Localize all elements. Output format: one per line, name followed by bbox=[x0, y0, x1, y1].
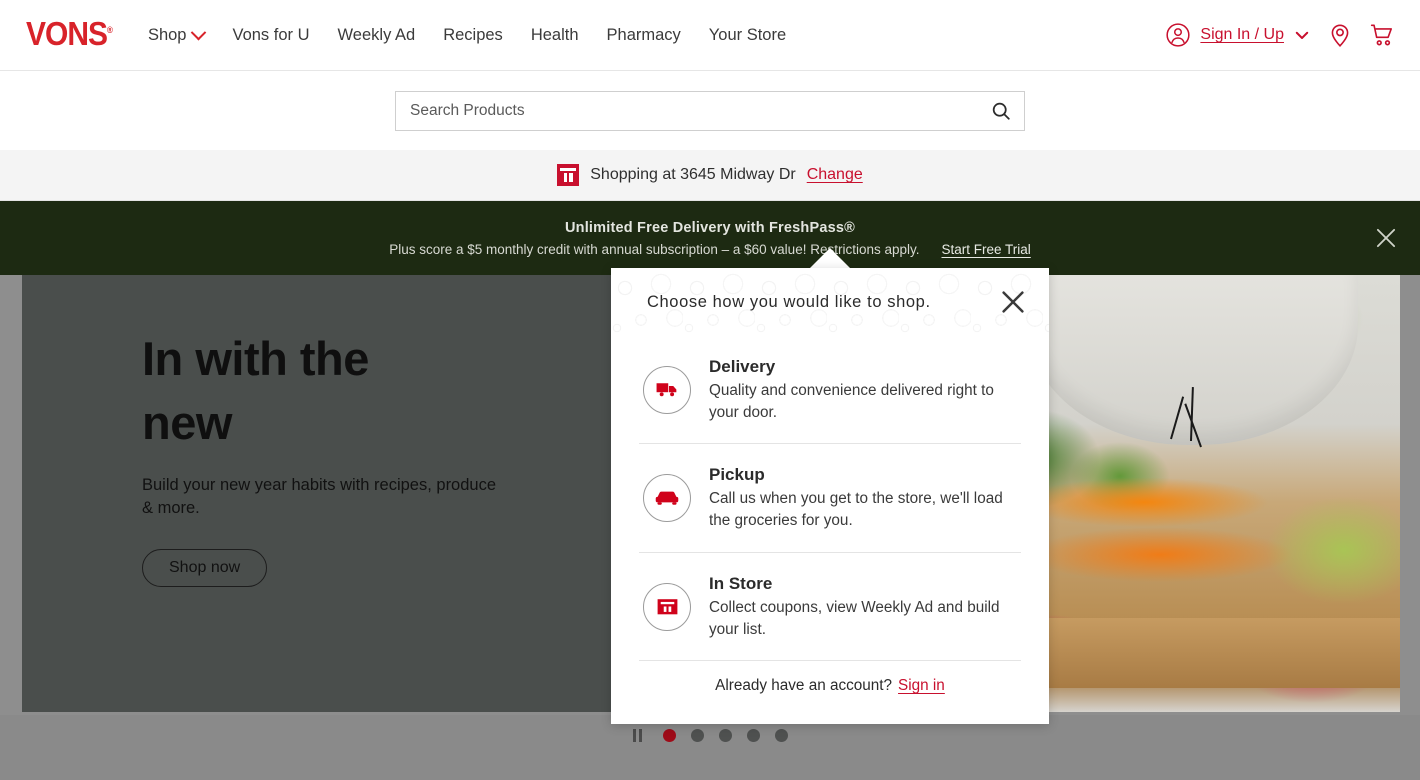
modal-title: Choose how you would like to shop. bbox=[647, 292, 931, 311]
start-free-trial-link[interactable]: Start Free Trial bbox=[942, 242, 1031, 257]
carousel-dot-1[interactable] bbox=[662, 728, 676, 742]
current-store-label: Shopping at 3645 Midway Dr bbox=[590, 166, 796, 183]
shopping-mode-options: Delivery Quality and convenience deliver… bbox=[611, 336, 1049, 662]
option-in-store[interactable]: In Store Collect coupons, view Weekly Ad… bbox=[639, 553, 1021, 662]
vegetables-photo bbox=[990, 275, 1400, 712]
option-in-store-description: Collect coupons, view Weekly Ad and buil… bbox=[709, 598, 1000, 638]
primary-nav-links: Shop Vons for U Weekly Ad Recipes Health… bbox=[134, 24, 800, 45]
nav-item-health-label: Health bbox=[530, 25, 579, 44]
carousel-dot-3[interactable] bbox=[718, 728, 732, 742]
nav-item-pharmacy[interactable]: Pharmacy bbox=[593, 26, 695, 45]
nav-item-recipes[interactable]: Recipes bbox=[429, 26, 517, 45]
shopping-cart-icon[interactable] bbox=[1369, 22, 1396, 48]
chevron-down-icon bbox=[191, 24, 207, 40]
carousel-dot-5[interactable] bbox=[774, 728, 788, 742]
modal-footer-text: Already have an account? bbox=[715, 677, 893, 695]
hero-heading: In with the new bbox=[142, 332, 369, 450]
hero-paragraph: Build your new year habits with recipes,… bbox=[142, 475, 497, 518]
modal-footer: Already have an account? Sign in bbox=[611, 661, 1049, 711]
pickup-car-icon bbox=[643, 474, 691, 523]
cutting-board bbox=[990, 618, 1400, 688]
option-pickup-description: Call us when you get to the store, we'll… bbox=[709, 490, 1003, 530]
nav-item-your-store-label: Your Store bbox=[708, 25, 787, 44]
nav-item-vons-for-u-label: Vons for U bbox=[232, 25, 310, 44]
modal-pointer-arrow bbox=[808, 248, 852, 270]
nav-item-shop[interactable]: Shop bbox=[134, 24, 219, 45]
salad-bowl bbox=[1028, 275, 1358, 445]
option-delivery[interactable]: Delivery Quality and convenience deliver… bbox=[639, 336, 1021, 445]
nav-item-weekly-ad[interactable]: Weekly Ad bbox=[324, 26, 430, 45]
vons-logo[interactable]: VONS® bbox=[26, 15, 113, 53]
sign-in-up-button[interactable]: Sign In / Up bbox=[1165, 22, 1311, 48]
modal-sign-in-link[interactable]: Sign in bbox=[898, 677, 945, 695]
chevron-down-icon bbox=[1293, 26, 1311, 44]
sign-in-up-label: Sign In / Up bbox=[1200, 26, 1284, 43]
shopping-mode-modal: Choose how you would like to shop. Deliv bbox=[611, 268, 1049, 724]
option-delivery-title: Delivery bbox=[709, 357, 776, 376]
nav-item-your-store[interactable]: Your Store bbox=[695, 26, 800, 45]
option-pickup-title: Pickup bbox=[709, 465, 765, 485]
logo-text: VONS bbox=[26, 15, 108, 53]
option-delivery-description: Quality and convenience delivered right … bbox=[709, 382, 994, 421]
nav-item-pharmacy-label: Pharmacy bbox=[606, 25, 681, 44]
option-pickup-text: Pickup Call us when you get to the store… bbox=[709, 464, 1021, 531]
nav-item-weekly-ad-label: Weekly Ad bbox=[337, 25, 416, 44]
option-in-store-title: In Store bbox=[709, 573, 773, 593]
modal-header: Choose how you would like to shop. bbox=[611, 268, 1049, 336]
promo-subtitle-row: Plus score a $5 monthly credit with annu… bbox=[389, 242, 1031, 257]
freshpass-promo-banner: Unlimited Free Delivery with FreshPass® … bbox=[0, 201, 1420, 275]
nav-item-vons-for-u[interactable]: Vons for U bbox=[218, 26, 323, 45]
hero-content: In with the new Build your new year habi… bbox=[142, 327, 562, 587]
nav-item-recipes-label: Recipes bbox=[443, 25, 503, 44]
close-icon[interactable] bbox=[997, 286, 1029, 318]
option-delivery-text: Delivery Quality and convenience deliver… bbox=[709, 356, 1021, 423]
carousel-dot-2[interactable] bbox=[690, 728, 704, 742]
delivery-truck-icon bbox=[643, 365, 691, 414]
close-icon[interactable] bbox=[1372, 224, 1400, 252]
search-icon[interactable] bbox=[990, 100, 1012, 122]
store-icon bbox=[643, 582, 691, 631]
store-icon bbox=[557, 164, 580, 186]
promo-title: Unlimited Free Delivery with FreshPass® bbox=[564, 219, 856, 236]
option-in-store-text: In Store Collect coupons, view Weekly Ad… bbox=[709, 573, 1021, 640]
page-root: VONS® Shop Vons for U Weekly Ad Recipes … bbox=[0, 0, 1420, 780]
carousel-pause-button[interactable] bbox=[632, 728, 642, 742]
nav-right-actions: Sign In / Up bbox=[1165, 22, 1396, 48]
carousel-dot-4[interactable] bbox=[746, 728, 760, 742]
top-navigation-bar: VONS® Shop Vons for U Weekly Ad Recipes … bbox=[0, 0, 1420, 71]
shop-now-button[interactable]: Shop now bbox=[142, 548, 268, 587]
account-circle-icon bbox=[1165, 22, 1191, 48]
option-pickup[interactable]: Pickup Call us when you get to the store… bbox=[639, 444, 1021, 553]
change-store-link[interactable]: Change bbox=[807, 166, 863, 184]
registered-mark: ® bbox=[107, 24, 113, 35]
search-input[interactable] bbox=[410, 101, 990, 120]
search-box[interactable] bbox=[395, 90, 1025, 131]
search-bar-row bbox=[0, 71, 1420, 150]
store-selection-bar: Shopping at 3645 Midway Dr Change bbox=[0, 150, 1420, 201]
nav-item-health[interactable]: Health bbox=[517, 26, 593, 45]
location-pin-icon[interactable] bbox=[1327, 22, 1353, 48]
nav-item-shop-label: Shop bbox=[147, 25, 187, 44]
